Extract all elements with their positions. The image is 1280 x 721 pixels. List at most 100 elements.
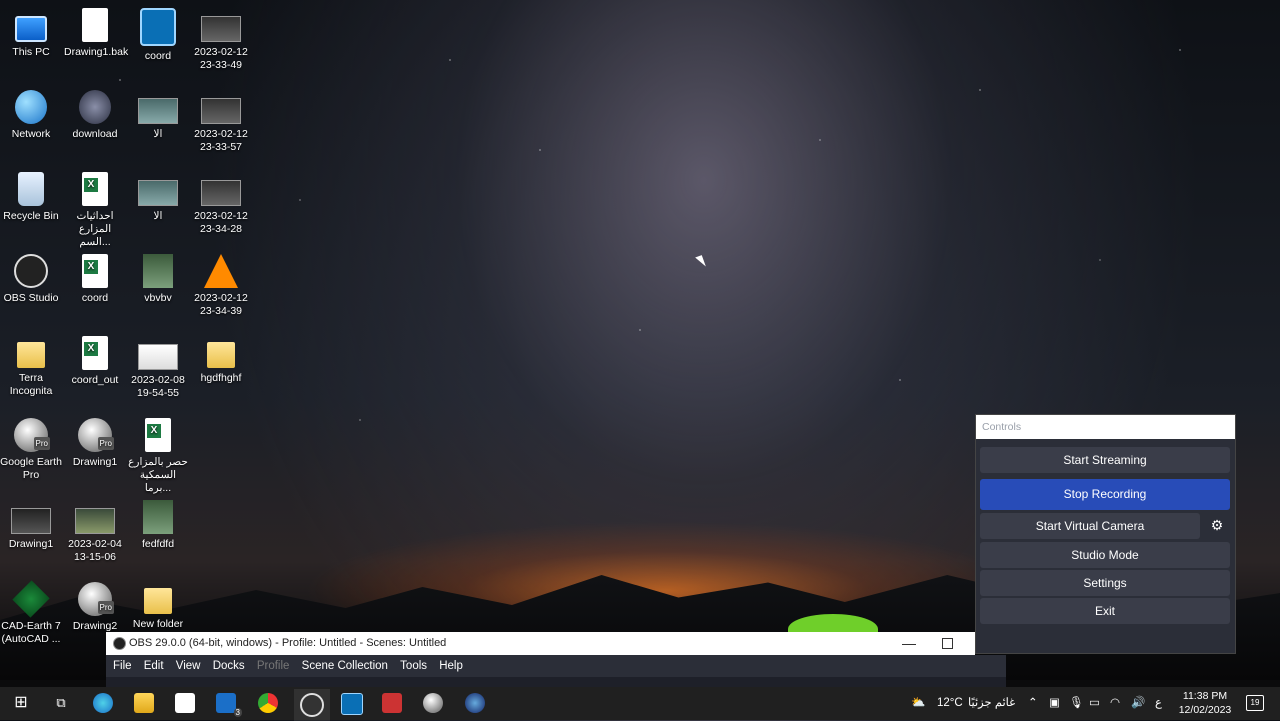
folder-icon xyxy=(144,588,172,614)
studio-mode-button[interactable]: Studio Mode xyxy=(980,542,1230,568)
desktop-icon-new-folder[interactable]: New folder xyxy=(127,582,189,631)
clock-date: 12/02/2023 xyxy=(1178,704,1232,716)
desktop-icon-video-4[interactable]: 2023-02-08 19-54-55 xyxy=(127,336,189,400)
obs-menu-bar: File Edit View Docks Profile Scene Colle… xyxy=(106,655,1006,677)
taskbar: ⊞ ⧉ 3 ⛅ 12°C غائم جزئيًا ⌃ ▣ 🎙 ▭ ◠ 🔊 ع 1… xyxy=(0,687,1280,721)
google-earth-icon xyxy=(78,418,114,452)
notification-count: 19 xyxy=(1250,698,1260,707)
menu-edit[interactable]: Edit xyxy=(144,655,164,677)
mail-icon[interactable]: 3 xyxy=(216,693,242,717)
system-clock[interactable]: 11:38 PM 12/02/2023 xyxy=(1176,689,1234,717)
desktop-icon-excel-coord[interactable]: coord xyxy=(64,254,126,305)
menu-docks[interactable]: Docks xyxy=(213,655,245,677)
excel-icon xyxy=(82,172,108,206)
desktop-icon-recycle-bin[interactable]: Recycle Bin xyxy=(0,172,62,223)
menu-help[interactable]: Help xyxy=(439,655,463,677)
video-icon xyxy=(201,16,241,42)
desktop-icon-obs-studio[interactable]: OBS Studio xyxy=(0,254,62,305)
obs-icon xyxy=(14,254,48,288)
network-icon xyxy=(15,90,47,124)
start-windows-icon[interactable]: ⊞ xyxy=(11,693,31,713)
notification-center-icon[interactable]: 19 xyxy=(1246,695,1264,711)
menu-tools[interactable]: Tools xyxy=(400,655,427,677)
folder-icon xyxy=(207,342,235,368)
desktop-icon-video-5[interactable]: 2023-02-04 13-15-06 xyxy=(64,500,126,564)
weather-icon[interactable]: ⛅ xyxy=(911,687,925,720)
desktop-icon-network[interactable]: Network xyxy=(0,90,62,141)
desktop-icon-fedfdfd[interactable]: fedfdfd xyxy=(127,500,189,551)
edge-browser-icon[interactable] xyxy=(93,693,113,713)
desktop-icon-vlc-video[interactable]: 2023-02-12 23-34-39 xyxy=(190,254,252,318)
desktop-icon-download[interactable]: download xyxy=(64,90,126,141)
menu-file[interactable]: File xyxy=(113,655,132,677)
app-icon xyxy=(140,8,176,46)
desktop-icon-excel-farms[interactable]: حصر بالمزارع السمكية برما... xyxy=(127,418,189,495)
menu-profile[interactable]: Profile xyxy=(257,655,290,677)
desktop-icon-video-2[interactable]: 2023-02-12 23-33-57 xyxy=(190,90,252,154)
settings-button[interactable]: Settings xyxy=(980,570,1230,596)
desktop-icon-image-ala-2[interactable]: الا xyxy=(127,172,189,223)
desktop-icon-this-pc[interactable]: This PC xyxy=(0,8,62,59)
weather-temp[interactable]: 12°C xyxy=(937,687,963,720)
desktop-icon-terra-incognita[interactable]: Terra Incognita xyxy=(0,336,62,398)
desktop-icon-excel-coords[interactable]: احداثيات المزارع السم... xyxy=(64,172,126,249)
file-explorer-icon[interactable] xyxy=(134,693,154,713)
google-earth-icon xyxy=(78,582,114,616)
desktop-icon-drawing2[interactable]: Drawing2 xyxy=(64,582,126,633)
stop-recording-button[interactable]: Stop Recording xyxy=(980,479,1230,510)
menu-scene-collection[interactable]: Scene Collection xyxy=(302,655,388,677)
meet-now-icon[interactable]: ▣ xyxy=(1049,687,1060,720)
vlc-icon xyxy=(204,254,238,288)
obs-window-title: OBS 29.0.0 (64-bit, windows) - Profile: … xyxy=(129,637,447,649)
volume-icon[interactable]: 🔊 xyxy=(1131,687,1145,720)
obs-taskbar-icon[interactable] xyxy=(294,689,330,721)
desktop-icon-vbvbv[interactable]: vbvbv xyxy=(127,254,189,305)
search-app-taskbar-icon[interactable] xyxy=(465,693,485,713)
maximize-icon[interactable] xyxy=(942,638,953,649)
virtual-camera-settings-gear-icon[interactable]: ⚙ xyxy=(1203,514,1231,536)
desktop-icon-hgdfhghf[interactable]: hgdfhghf xyxy=(190,336,252,385)
desktop-icon-drawing1-video[interactable]: Drawing1 xyxy=(0,500,62,551)
start-virtual-camera-button[interactable]: Start Virtual Camera xyxy=(980,513,1200,539)
battery-icon[interactable]: ▭ xyxy=(1089,687,1100,720)
chevron-up-icon[interactable]: ⌃ xyxy=(1028,687,1038,720)
microsoft-store-icon[interactable] xyxy=(175,693,195,713)
cad-earth-icon xyxy=(12,580,50,618)
obs-window-titlebar[interactable]: OBS 29.0.0 (64-bit, windows) - Profile: … xyxy=(106,632,975,655)
wifi-icon[interactable]: ◠ xyxy=(1110,687,1120,720)
minimize-icon[interactable]: — xyxy=(902,632,916,655)
desktop-icon-cad-earth[interactable]: CAD-Earth 7 (AutoCAD ... xyxy=(0,580,62,646)
video-icon xyxy=(201,98,241,124)
image-icon xyxy=(143,500,173,534)
exit-button[interactable]: Exit xyxy=(980,598,1230,624)
desktop-icon-coord-app[interactable]: coord xyxy=(127,8,189,63)
excel-icon xyxy=(82,254,108,288)
start-streaming-button[interactable]: Start Streaming xyxy=(980,447,1230,473)
obs-window-body xyxy=(106,677,1006,687)
weather-condition[interactable]: غائم جزئيًا xyxy=(968,687,1015,720)
desktop-icon-drawing1-kml[interactable]: Drawing1 xyxy=(64,418,126,469)
folder-icon xyxy=(17,342,45,368)
microphone-icon[interactable]: 🎙 xyxy=(1069,687,1084,720)
google-earth-taskbar-icon[interactable] xyxy=(423,693,443,713)
input-language[interactable]: ع xyxy=(1155,687,1162,720)
desktop-icon-video-1[interactable]: 2023-02-12 23-33-49 xyxy=(190,8,252,72)
coord-app-taskbar-icon[interactable] xyxy=(341,693,363,715)
video-icon xyxy=(138,344,178,370)
google-earth-icon xyxy=(14,418,50,452)
image-icon xyxy=(138,180,178,206)
desktop-icon-google-earth-pro[interactable]: Google Earth Pro xyxy=(0,418,62,482)
controls-dock-title[interactable]: Controls xyxy=(976,415,1235,439)
obs-logo-icon xyxy=(113,637,126,650)
desktop-icon-coord-out[interactable]: coord_out xyxy=(64,336,126,387)
desktop-icon-image-ala[interactable]: الا xyxy=(127,90,189,141)
video-icon xyxy=(11,508,51,534)
desktop-icon-drawing1-bak[interactable]: Drawing1.bak xyxy=(64,8,128,59)
mail-badge: 3 xyxy=(233,708,242,717)
menu-view[interactable]: View xyxy=(176,655,201,677)
image-icon xyxy=(79,90,111,124)
chrome-icon[interactable] xyxy=(258,693,278,713)
autocad-icon[interactable] xyxy=(382,693,402,713)
task-view-icon[interactable]: ⧉ xyxy=(51,693,71,713)
desktop-icon-video-3[interactable]: 2023-02-12 23-34-28 xyxy=(190,172,252,236)
